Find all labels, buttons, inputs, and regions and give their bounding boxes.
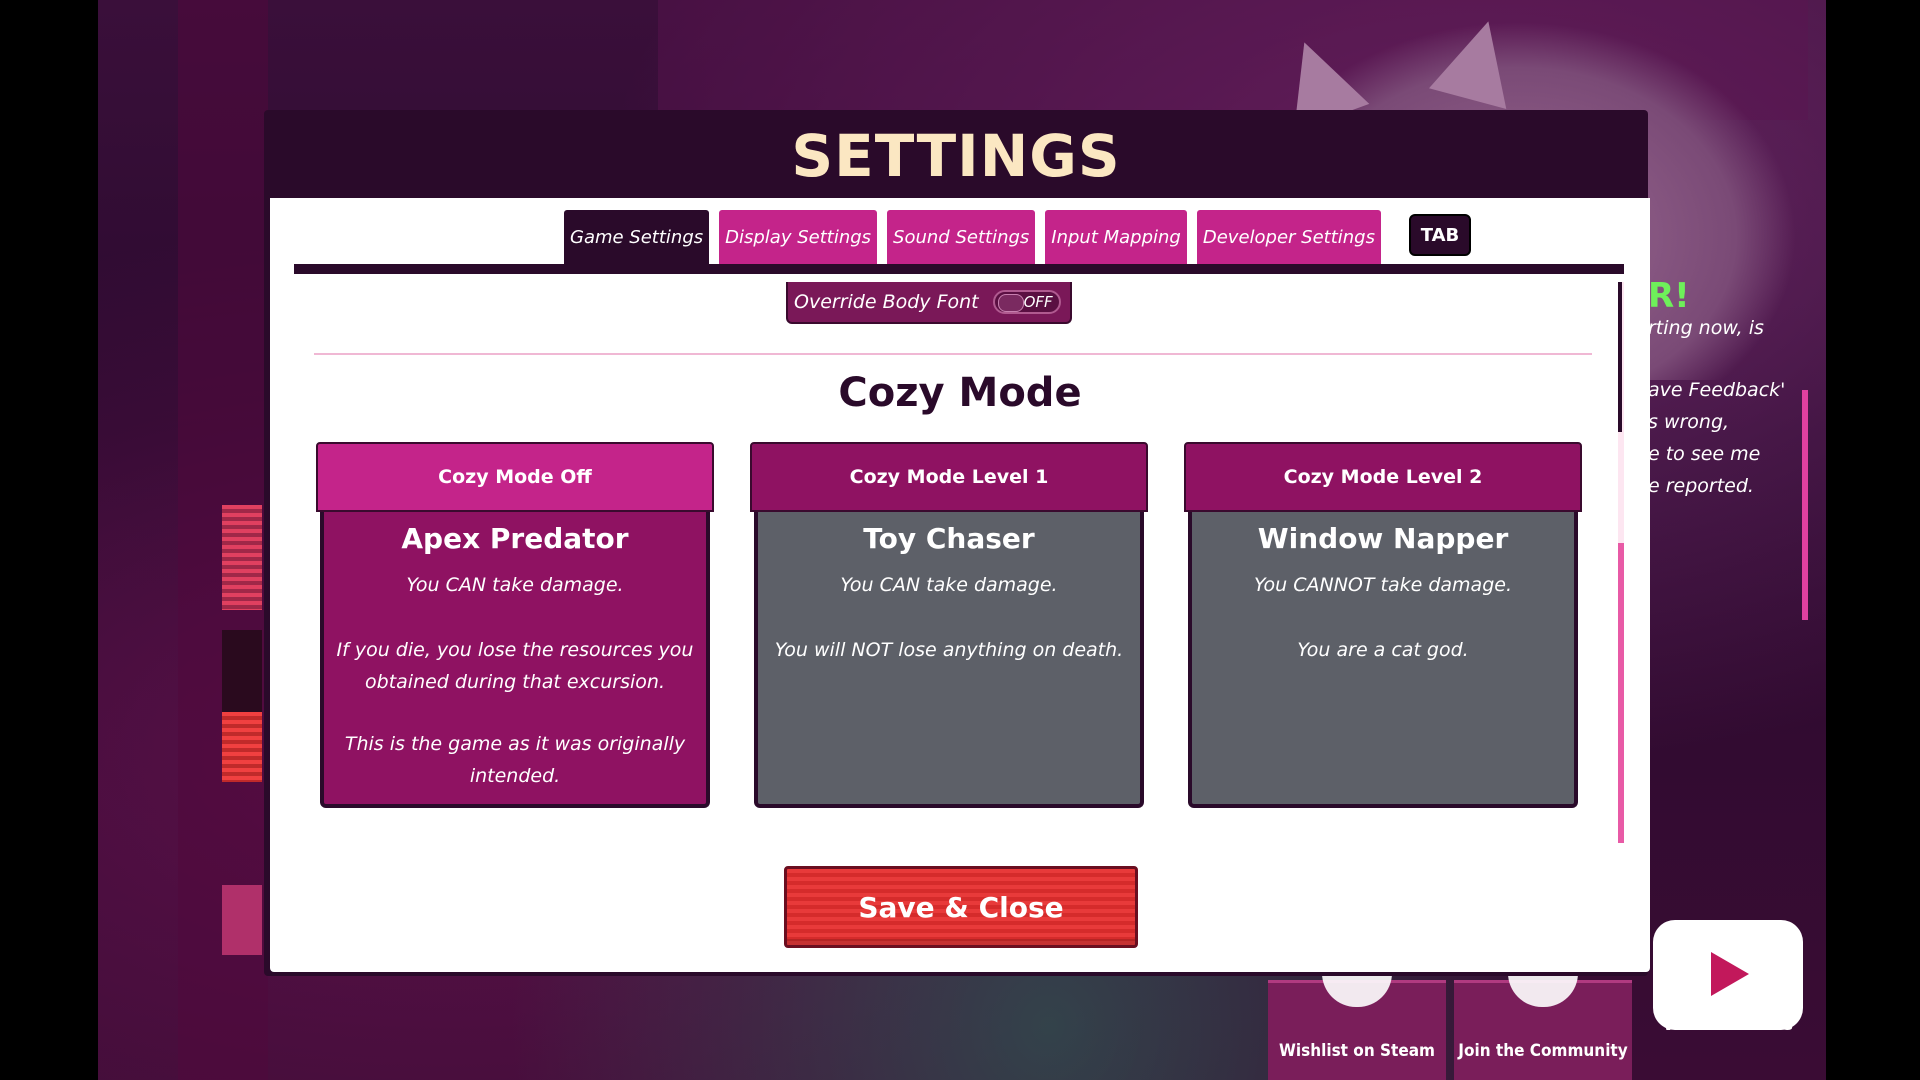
news-line: ave Feedback' bbox=[1648, 379, 1786, 401]
tab-developer-settings[interactable]: Developer Settings bbox=[1196, 210, 1381, 264]
background-stripe bbox=[222, 885, 262, 955]
news-line: e to see me bbox=[1648, 443, 1761, 465]
join-community-button[interactable]: Join the Community bbox=[1454, 973, 1632, 1080]
news-line: rting now, is bbox=[1648, 317, 1764, 339]
card-line: You are a cat god. bbox=[1297, 639, 1469, 661]
override-body-font-setting: Override Body Font OFF bbox=[786, 282, 1072, 324]
tab-underline bbox=[294, 264, 1624, 274]
join-community-label: Join the Community bbox=[1458, 1041, 1628, 1061]
tab-key-hint: TAB bbox=[1408, 214, 1471, 256]
wishlist-steam-button[interactable]: Wishlist on Steam bbox=[1268, 973, 1446, 1080]
news-header: R! bbox=[1648, 276, 1690, 316]
modal-title: SETTINGS bbox=[791, 122, 1121, 190]
card-line: You will NOT lose anything on death. bbox=[774, 639, 1124, 661]
card-header: Cozy Mode Level 1 bbox=[750, 442, 1148, 512]
card-line: You CAN take damage. bbox=[840, 574, 1058, 596]
save-close-button[interactable]: Save & Close bbox=[784, 866, 1138, 948]
card-body: Window Napper You CANNOT take damage. Yo… bbox=[1188, 512, 1578, 808]
override-body-font-label: Override Body Font bbox=[794, 291, 979, 313]
section-divider bbox=[314, 353, 1592, 355]
card-name: Toy Chaser bbox=[863, 522, 1035, 555]
cozy-mode-level-2-card[interactable]: Cozy Mode Level 2 Window Napper You CANN… bbox=[1184, 442, 1582, 808]
card-body: Toy Chaser You CAN take damage. You will… bbox=[754, 512, 1144, 808]
tab-sound-settings[interactable]: Sound Settings bbox=[887, 210, 1036, 264]
override-body-font-toggle[interactable]: OFF bbox=[992, 290, 1061, 314]
cozy-mode-title: Cozy Mode bbox=[838, 370, 1082, 416]
news-line: s wrong, bbox=[1648, 411, 1730, 433]
card-line: If you die, you lose the resources you o… bbox=[336, 639, 694, 693]
news-line: e reported. bbox=[1648, 475, 1754, 497]
card-line: You CAN take damage. bbox=[406, 574, 624, 596]
settings-tabs: Game Settings Display Settings Sound Set… bbox=[564, 210, 1471, 264]
card-header: Cozy Mode Level 2 bbox=[1184, 442, 1582, 512]
toggle-state: OFF bbox=[1023, 293, 1053, 311]
settings-body: Game Settings Display Settings Sound Set… bbox=[270, 198, 1650, 972]
wishlist-steam-label: Wishlist on Steam bbox=[1278, 1041, 1435, 1061]
cozy-mode-level-1-card[interactable]: Cozy Mode Level 1 Toy Chaser You CAN tak… bbox=[750, 442, 1148, 808]
watch-videos-label[interactable]: Watch Videos bbox=[1653, 1015, 1803, 1035]
tab-input-mapping[interactable]: Input Mapping bbox=[1045, 210, 1187, 264]
card-name: Apex Predator bbox=[401, 522, 629, 555]
background-stripe bbox=[222, 505, 262, 610]
cozy-mode-off-card[interactable]: Cozy Mode Off Apex Predator You CAN take… bbox=[316, 442, 714, 808]
discord-icon bbox=[1508, 973, 1578, 1007]
card-header: Cozy Mode Off bbox=[316, 442, 714, 512]
card-name: Window Napper bbox=[1257, 522, 1509, 555]
card-body: Apex Predator You CAN take damage. If yo… bbox=[320, 512, 710, 808]
scrollbar-thumb[interactable] bbox=[1618, 543, 1624, 843]
tab-game-settings[interactable]: Game Settings bbox=[564, 210, 710, 264]
background-stripe bbox=[222, 712, 262, 782]
settings-modal: SETTINGS Game Settings Display Settings … bbox=[264, 110, 1650, 976]
youtube-icon[interactable] bbox=[1653, 920, 1803, 1030]
toggle-knob bbox=[997, 294, 1024, 312]
play-icon bbox=[1711, 952, 1749, 996]
tab-display-settings[interactable]: Display Settings bbox=[719, 210, 878, 264]
card-line: This is the game as it was originally in… bbox=[344, 733, 686, 787]
news-panel: R! rting now, is ave Feedback' s wrong, … bbox=[1648, 276, 1808, 700]
news-scrollbar bbox=[1802, 390, 1808, 620]
card-line: You CANNOT take damage. bbox=[1254, 574, 1512, 596]
steam-icon bbox=[1322, 973, 1392, 1007]
